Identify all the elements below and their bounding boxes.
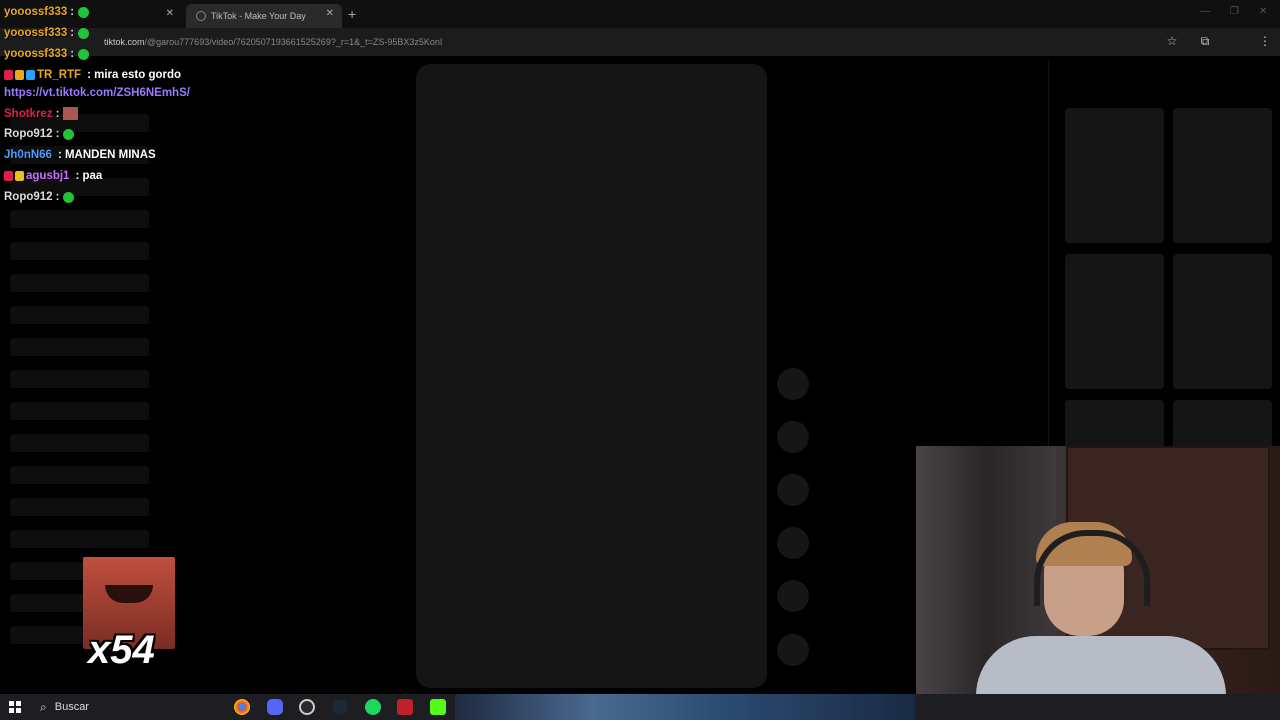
- emote-icon: [63, 128, 75, 140]
- bookmark-star-icon[interactable]: ☆: [1166, 35, 1178, 47]
- kick-icon[interactable]: [430, 699, 446, 715]
- badge-icon: [4, 70, 13, 80]
- wallpaper-strip: [455, 694, 915, 720]
- chat-username: Shotkrez: [4, 107, 53, 120]
- discord-icon[interactable]: [267, 699, 283, 715]
- voicemeeter-icon[interactable]: [397, 699, 413, 715]
- music-button[interactable]: [777, 634, 809, 666]
- chat-message: Ropo912 :: [4, 128, 75, 140]
- new-tab-icon[interactable]: +: [348, 6, 356, 22]
- chat-username: yooossf333: [4, 6, 68, 18]
- like-button[interactable]: [777, 368, 809, 400]
- minimize-icon[interactable]: —: [1200, 6, 1210, 17]
- chat-username: yooossf333: [4, 48, 68, 60]
- chat-message: yooossf333 :: [4, 6, 90, 18]
- taskbar-search[interactable]: ⌕ Buscar: [32, 694, 222, 720]
- chat-message: Ropo912 :: [4, 191, 75, 203]
- tiktok-favicon-icon: [196, 11, 206, 21]
- webcam-overlay: [916, 446, 1280, 720]
- chat-message: TR_RTF : mira esto gordo: [4, 69, 181, 81]
- obs-icon[interactable]: [299, 699, 315, 715]
- chat-message: agusbj1 : paa: [4, 170, 102, 182]
- related-thumb[interactable]: [1065, 254, 1164, 389]
- close-tab-icon[interactable]: ✕: [326, 8, 334, 19]
- bookmark-button[interactable]: [777, 474, 809, 506]
- address-bar[interactable]: tiktok.com/@garou777693/video/7620507193…: [0, 28, 1280, 75]
- maximize-icon[interactable]: ❐: [1230, 6, 1239, 17]
- extensions-icon[interactable]: ⧉: [1199, 35, 1211, 47]
- share-button[interactable]: [777, 527, 809, 559]
- emote-icon: [63, 191, 75, 203]
- close-window-icon[interactable]: ✕: [1259, 6, 1267, 17]
- chat-message: Shotkrez :: [4, 107, 79, 120]
- chat-link[interactable]: https://vt.tiktok.com/ZSH6NEmhS/: [4, 87, 190, 99]
- comment-button[interactable]: [777, 421, 809, 453]
- chat-username: Jh0nN66: [4, 149, 52, 161]
- more-button[interactable]: [777, 580, 809, 612]
- divider: [1048, 60, 1049, 450]
- emote-icon: [78, 6, 90, 18]
- menu-icon[interactable]: ⋮: [1259, 35, 1271, 47]
- emote-icon: [78, 27, 90, 39]
- related-thumb[interactable]: [1173, 254, 1272, 389]
- related-thumb[interactable]: [1173, 108, 1272, 243]
- badge-icon: [15, 70, 24, 80]
- chat-username: Ropo912: [4, 191, 53, 203]
- steam-icon[interactable]: [332, 699, 348, 715]
- badge-icon: [4, 171, 13, 181]
- emote-icon: [78, 48, 90, 60]
- badge-icon: [26, 70, 35, 80]
- chat-username: Ropo912: [4, 128, 53, 140]
- tab-title: TikTok - Make Your Day: [211, 11, 306, 21]
- tab-tiktok[interactable]: TikTok - Make Your Day ✕: [186, 4, 342, 28]
- chat-message: yooossf333 :: [4, 48, 90, 60]
- browser-tabbar: ✕ TikTok - Make Your Day ✕ + — ❐ ✕: [0, 0, 1280, 28]
- emote-icon: [63, 107, 79, 120]
- chat-username: agusbj1: [26, 170, 70, 182]
- chat-message: yooossf333 :: [4, 27, 90, 39]
- windows-taskbar: ⌕ Buscar: [0, 694, 1280, 720]
- windows-start-icon[interactable]: [9, 701, 21, 713]
- search-icon: ⌕: [40, 699, 47, 714]
- emote-combo-count: x54: [88, 628, 155, 672]
- chat-username: TR_RTF: [37, 69, 82, 81]
- chat-message: Jh0nN66 : MANDEN MINAS: [4, 149, 156, 161]
- search-placeholder: Buscar: [54, 701, 89, 713]
- badge-icon: [15, 171, 24, 181]
- spotify-icon[interactable]: [365, 699, 381, 715]
- chat-username: yooossf333: [4, 27, 68, 39]
- related-thumb[interactable]: [1065, 108, 1164, 243]
- video-player-placeholder[interactable]: [416, 64, 767, 688]
- url-text[interactable]: tiktok.com/@garou777693/video/7620507193…: [104, 37, 442, 47]
- chrome-icon[interactable]: [234, 699, 250, 715]
- close-tab-icon[interactable]: ✕: [166, 8, 174, 19]
